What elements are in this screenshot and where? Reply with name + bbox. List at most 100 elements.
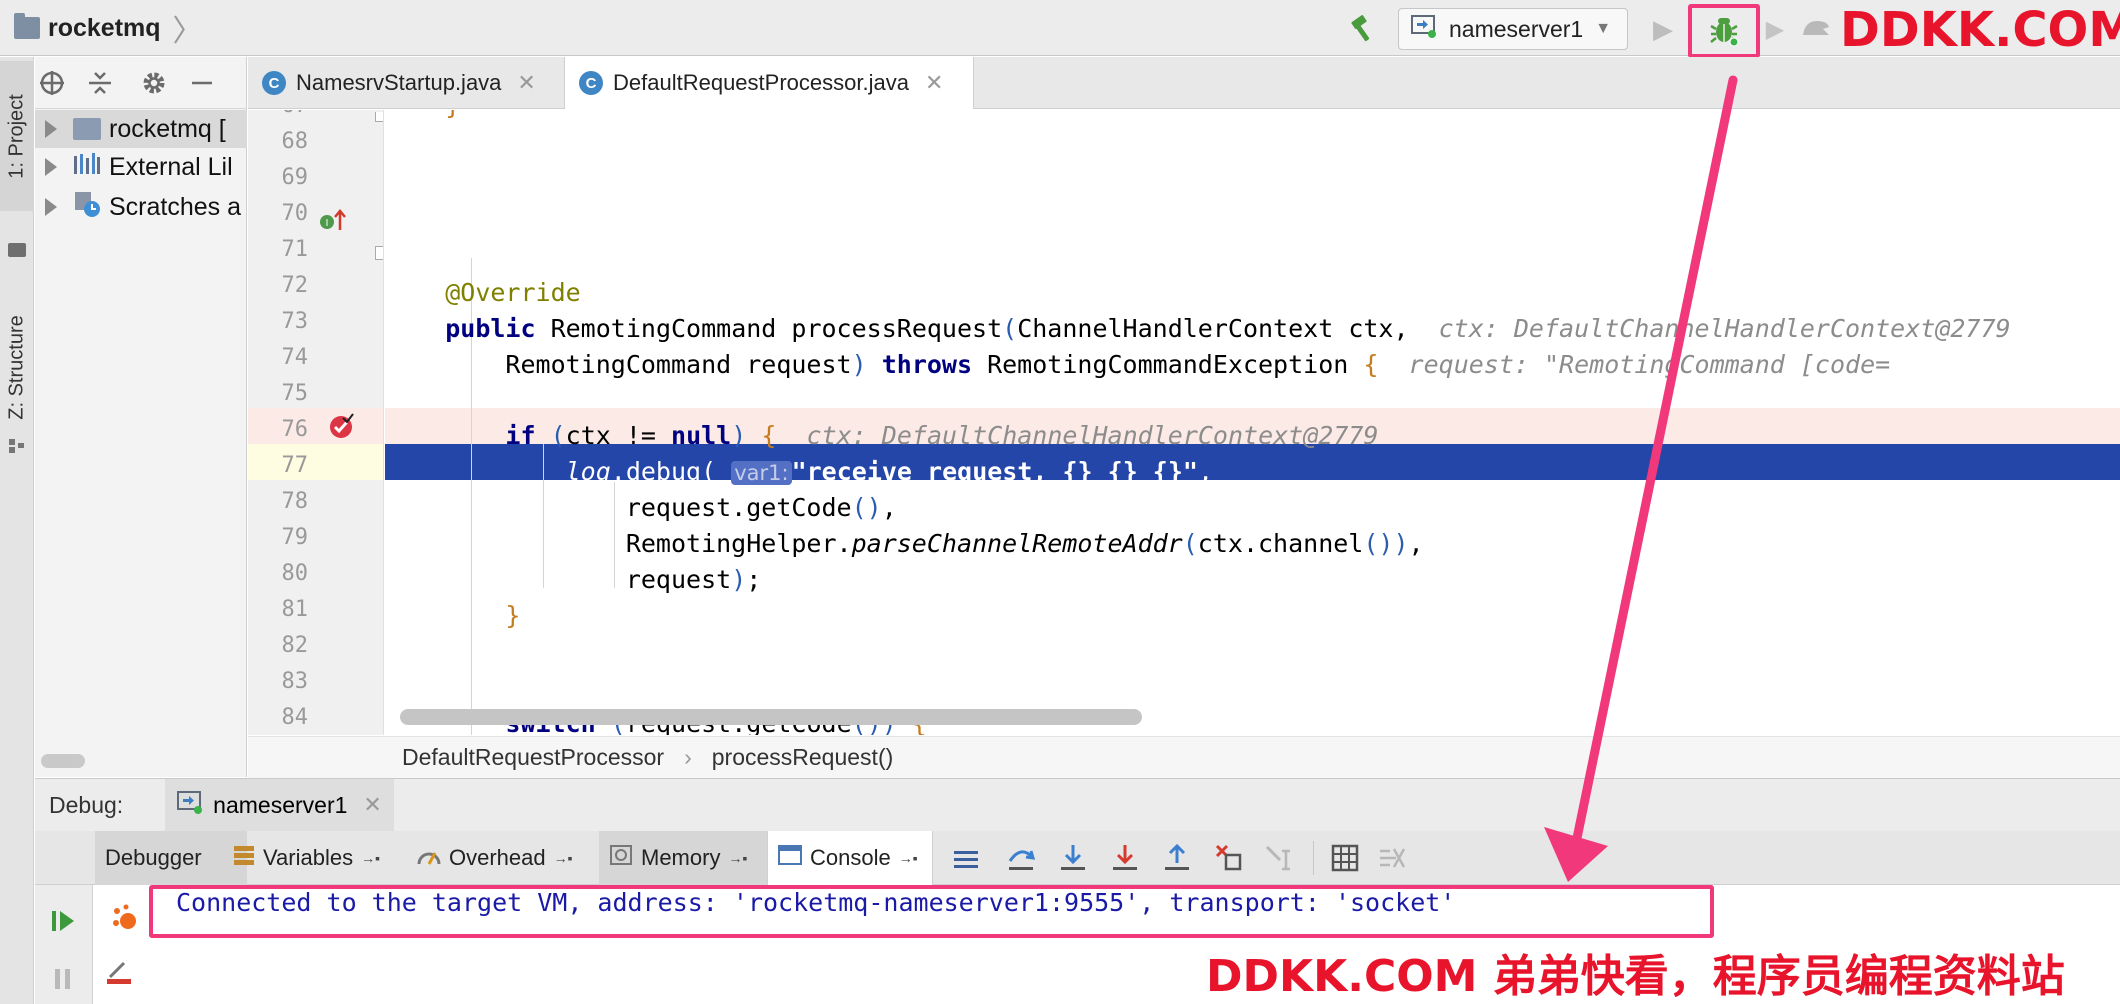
- breadcrumb-method[interactable]: processRequest(): [712, 744, 894, 771]
- editor-tab-bar: C NamesrvStartup.java ✕ C DefaultRequest…: [248, 57, 2120, 109]
- tab-memory[interactable]: Memory →▪: [599, 831, 779, 885]
- line-number: 84: [281, 705, 309, 730]
- line-number: 72: [281, 273, 309, 298]
- pin-icon[interactable]: →▪: [554, 850, 573, 866]
- chevron-right-icon: 〉: [172, 15, 203, 48]
- tab-label: Debugger: [105, 845, 202, 870]
- resume-icon[interactable]: [45, 903, 81, 939]
- class-icon: C: [579, 71, 603, 95]
- line-number: 80: [281, 561, 309, 586]
- step-over-icon[interactable]: [1003, 841, 1039, 875]
- line-number: 71: [281, 237, 309, 262]
- fold-marker-icon[interactable]: [375, 246, 383, 260]
- line-number: 77: [281, 453, 309, 478]
- chevron-down-icon: ▼: [1595, 20, 1612, 37]
- line-number: 74: [281, 345, 309, 370]
- navigation-bar: rocketmq 〉 nameserver1 ▼ ▶ ▶ DDKK.COM: [0, 0, 2120, 58]
- project-tool-tab[interactable]: 1: Project: [0, 61, 34, 211]
- expand-arrow-icon[interactable]: [45, 198, 57, 216]
- editor-horizontal-scrollbar[interactable]: [400, 709, 1142, 725]
- debug-tab-bar: Debugger Variables →▪ Overhead →▪ Memory…: [35, 831, 2120, 885]
- run-config-icon: [177, 790, 203, 820]
- code-line-69: @Override: [445, 278, 581, 307]
- tree-item-label: Scratches a: [109, 192, 242, 221]
- overhead-icon: [417, 844, 441, 872]
- gear-icon[interactable]: [139, 68, 169, 98]
- code-line-76: RemotingHelper.parseChannelRemoteAddr(ct…: [385, 529, 1424, 558]
- debug-label: Debug:: [49, 791, 124, 818]
- console-status-icon: [108, 901, 144, 937]
- tab-namesrvstartup[interactable]: C NamesrvStartup.java ✕: [248, 57, 558, 109]
- profile-icon[interactable]: [1796, 10, 1836, 46]
- project-breadcrumb[interactable]: rocketmq 〉: [14, 10, 203, 48]
- console-output-area[interactable]: Connected to the target VM, address: 'ro…: [94, 885, 2120, 1004]
- structure-tool-tab[interactable]: Z: Structure: [0, 297, 34, 437]
- expand-arrow-icon[interactable]: [45, 158, 57, 176]
- tab-defaultrequestprocessor[interactable]: C DefaultRequestProcessor.java ✕: [564, 57, 974, 109]
- evaluate-expression-icon[interactable]: [1327, 841, 1363, 875]
- memory-icon: [609, 844, 633, 872]
- run-icon[interactable]: ▶: [1648, 12, 1678, 46]
- class-icon: C: [262, 71, 286, 95]
- module-folder-icon: [73, 118, 101, 140]
- override-marker-icon[interactable]: I: [318, 206, 350, 234]
- code-editor[interactable]: } @Override public RemotingCommand proce…: [385, 110, 2120, 735]
- line-number: 75: [281, 381, 309, 406]
- fold-marker-icon[interactable]: [375, 112, 383, 122]
- code-line-71: RemotingCommand request) throws Remoting…: [385, 350, 1891, 379]
- editor-breadcrumb: DefaultRequestProcessor › processRequest…: [248, 736, 2120, 778]
- close-icon[interactable]: ✕: [363, 792, 381, 818]
- step-into-icon[interactable]: [1055, 841, 1091, 875]
- drop-frame-icon[interactable]: [1211, 841, 1247, 875]
- run-to-cursor-icon[interactable]: [1261, 841, 1297, 875]
- hide-panel-icon[interactable]: [187, 68, 217, 98]
- trace-icon[interactable]: [1375, 841, 1411, 875]
- project-horizontal-scrollbar[interactable]: [41, 754, 85, 768]
- tab-label: Memory: [641, 845, 721, 870]
- tab-console[interactable]: Console →▪: [767, 831, 933, 885]
- build-hammer-icon[interactable]: [1346, 12, 1380, 46]
- run-with-coverage-icon[interactable]: ▶: [1760, 12, 1790, 46]
- project-toolbar: [35, 57, 247, 109]
- line-number: 81: [281, 597, 309, 622]
- show-execution-point-icon[interactable]: [950, 843, 982, 875]
- close-icon[interactable]: ✕: [517, 70, 535, 96]
- line-number: 73: [281, 309, 309, 334]
- pause-icon[interactable]: [45, 961, 81, 997]
- tab-label: Console: [810, 845, 891, 870]
- tree-item-rocketmq[interactable]: rocketmq [: [35, 110, 247, 148]
- debug-tool-window-header: Debug: nameserver1 ✕: [35, 778, 2120, 832]
- scratches-icon: [73, 190, 101, 225]
- breadcrumb-class[interactable]: DefaultRequestProcessor: [402, 744, 664, 771]
- line-number: 82: [281, 633, 309, 658]
- code-line-70: public RemotingCommand processRequest(Ch…: [445, 314, 2011, 343]
- tree-item-external-libraries[interactable]: External Lil: [35, 148, 247, 186]
- code-line-67: }: [385, 110, 2120, 124]
- structure-icon: [9, 439, 25, 453]
- editor-gutter[interactable]: 67 68 69 70 71 72 73 74 75 76 77 78 79 80 81 82 83 84 I: [248, 110, 384, 735]
- tab-variables[interactable]: Variables →▪: [223, 831, 401, 885]
- close-icon[interactable]: ✕: [925, 70, 943, 96]
- line-number: 79: [281, 525, 309, 550]
- target-icon[interactable]: [37, 68, 67, 98]
- clear-console-icon[interactable]: [104, 959, 140, 995]
- toolbar-divider: [1313, 841, 1314, 875]
- variables-icon: [233, 844, 255, 872]
- tree-item-label: rocketmq [: [109, 114, 226, 143]
- pin-icon[interactable]: →▪: [899, 850, 918, 866]
- code-line-74: log.debug( var1: "receive request, {} {} …: [565, 457, 1214, 486]
- line-number: 83: [281, 669, 309, 694]
- pin-icon[interactable]: →▪: [728, 850, 747, 866]
- collapse-all-icon[interactable]: [85, 68, 115, 98]
- debug-session-tab[interactable]: nameserver1 ✕: [165, 778, 394, 832]
- debug-button[interactable]: [1688, 4, 1760, 58]
- run-configuration-select[interactable]: nameserver1 ▼: [1398, 8, 1628, 50]
- tree-item-scratches[interactable]: Scratches a: [35, 188, 247, 226]
- watermark-top: DDKK.COM: [1840, 2, 2120, 58]
- breakpoint-icon[interactable]: [326, 410, 358, 442]
- force-step-into-icon[interactable]: [1107, 841, 1143, 875]
- pin-icon[interactable]: →▪: [361, 850, 380, 866]
- step-out-icon[interactable]: [1159, 841, 1195, 875]
- expand-arrow-icon[interactable]: [45, 120, 57, 138]
- line-number: 68: [281, 129, 309, 154]
